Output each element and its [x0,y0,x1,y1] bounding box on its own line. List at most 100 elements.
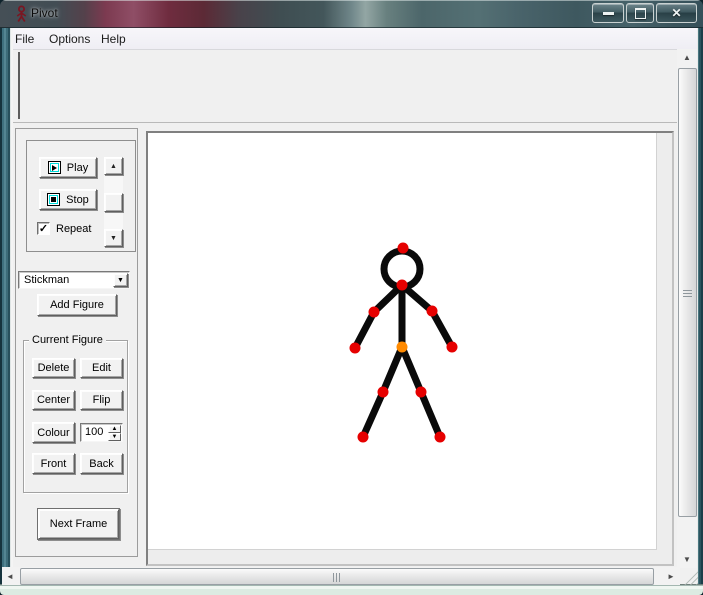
center-label: Center [36,394,71,406]
animation-canvas[interactable] [148,133,657,550]
joint-handle[interactable] [446,341,458,353]
stickman-segment[interactable] [370,281,406,316]
stickman-segment[interactable] [428,307,456,351]
dropdown-arrow-icon: ▼ [117,276,124,284]
stickman-segment[interactable] [351,308,378,352]
menu-options[interactable]: Options [49,32,90,46]
current-figure-group-label: Current Figure [29,334,106,346]
window-border-bottom [0,584,703,595]
minimize-icon [602,11,614,15]
opacity-spin-down-button[interactable]: ▼ [108,433,121,441]
window-border-left [0,28,13,584]
stickman-segment[interactable] [398,343,425,396]
joint-handle[interactable] [397,242,409,254]
speed-scrollbar-thumb[interactable] [104,193,123,212]
down-arrow-icon: ▼ [110,234,117,242]
maximize-icon [634,7,646,19]
stickman-figure[interactable] [148,133,656,549]
up-arrow-icon: ▲ [110,162,117,170]
close-button[interactable]: ✕ [656,3,697,23]
window-title: Pivot [31,6,58,20]
spin-down-icon: ▼ [111,434,118,440]
scroll-right-icon: ► [667,571,675,581]
back-label: Back [89,457,114,470]
joint-handle[interactable] [357,431,369,443]
play-button-label: Play [66,161,89,174]
next-frame-button-frame: Next Frame [37,508,120,540]
add-figure-button[interactable]: Add Figure [37,294,117,316]
center-button[interactable]: Center [32,390,75,410]
hscroll-left-button[interactable]: ◄ [2,567,18,585]
hscroll-grip-icon [333,573,340,582]
play-icon [47,161,61,174]
scroll-down-icon: ▼ [683,555,691,564]
joint-handle[interactable] [415,386,427,398]
vscroll-thumb[interactable] [678,68,697,517]
joint-handle[interactable] [377,386,389,398]
stickman-segment[interactable] [359,388,387,441]
joint-handle[interactable] [368,306,380,318]
window-frame: Pivot ✕ File Options Help Play Stop ✓ Re… [0,0,703,595]
figure-dropdown-value: Stickman [24,274,70,286]
frames-timeline[interactable] [13,50,677,123]
speed-scroll-down-button[interactable]: ▼ [104,229,123,247]
edit-label: Edit [92,362,111,374]
canvas-vertical-scrollbar[interactable]: ▲ ▼ [677,49,697,568]
joint-handle[interactable] [434,431,446,443]
repeat-label: Repeat [56,223,92,235]
close-icon: ✕ [671,6,682,20]
checkmark-icon: ✓ [38,223,49,235]
stop-icon [47,193,61,206]
hscroll-right-button[interactable]: ► [663,567,679,585]
maximize-button[interactable] [626,3,654,23]
stop-button-label: Stop [66,193,89,206]
vscroll-grip-icon [683,289,692,297]
front-button[interactable]: Front [32,453,75,474]
stickman-segment[interactable] [379,343,406,396]
repeat-checkbox[interactable]: ✓ [37,222,50,235]
joint-handle[interactable] [426,305,438,317]
opacity-value: 100 [85,426,104,438]
next-frame-label: Next Frame [49,518,108,530]
add-figure-label: Add Figure [50,299,104,311]
canvas-horizontal-scrollbar[interactable]: ◄ ► [2,567,680,585]
figure-dropdown[interactable]: Stickman ▼ [18,271,130,289]
play-button[interactable]: Play [39,157,97,178]
menu-file[interactable]: File [15,32,34,46]
scroll-up-icon: ▲ [683,53,691,62]
stickman-segment[interactable] [398,281,436,315]
frame-divider [18,52,20,119]
speed-scroll-up-button[interactable]: ▲ [104,157,123,175]
vscroll-down-button[interactable]: ▼ [677,551,697,568]
pivot-app-icon [16,5,27,22]
flip-label: Flip [92,394,111,406]
pivot-window: Pivot ✕ File Options Help Play Stop ✓ Re… [0,0,703,595]
flip-button[interactable]: Flip [80,390,123,410]
edit-button[interactable]: Edit [80,358,123,378]
scroll-left-icon: ◄ [6,571,14,581]
hscroll-thumb[interactable] [20,568,654,585]
next-frame-button[interactable]: Next Frame [38,509,119,539]
window-border-right [697,28,703,584]
colour-label: Colour [37,426,70,439]
spin-up-icon: ▲ [111,426,118,432]
back-button[interactable]: Back [80,453,123,474]
minimize-button[interactable] [592,3,624,23]
joint-handle[interactable] [349,342,361,354]
origin-joint-handle[interactable] [396,341,408,353]
menu-bar: File Options Help [13,28,697,50]
joint-handle[interactable] [396,279,408,291]
delete-button[interactable]: Delete [32,358,75,378]
opacity-spin-up-button[interactable]: ▲ [108,425,121,433]
figure-dropdown-button[interactable]: ▼ [113,273,128,287]
vscroll-up-button[interactable]: ▲ [677,49,697,66]
canvas-container [146,131,674,566]
front-label: Front [40,457,67,470]
title-bar: Pivot ✕ [0,0,703,28]
colour-button[interactable]: Colour [32,422,75,443]
stop-button[interactable]: Stop [39,189,97,210]
opacity-spinner[interactable]: 100 ▲ ▼ [80,423,123,442]
delete-label: Delete [37,362,70,374]
menu-help[interactable]: Help [101,32,126,46]
stickman-segment[interactable] [417,388,444,441]
